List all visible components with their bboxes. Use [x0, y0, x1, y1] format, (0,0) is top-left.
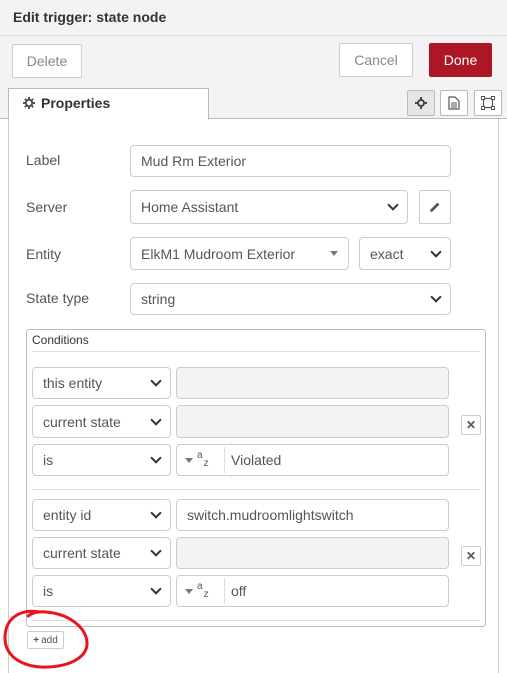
- entity-match-select[interactable]: exact: [359, 237, 451, 270]
- condition-2-value: off: [231, 583, 247, 599]
- condition-1-target-input[interactable]: [176, 367, 449, 399]
- server-label: Server: [26, 199, 68, 215]
- tab-properties-label: Properties: [41, 95, 111, 111]
- condition-1-target-value: this entity: [43, 375, 103, 391]
- conditions-divider: [32, 351, 480, 352]
- annotation-circle: [3, 609, 89, 669]
- condition-2-property-select[interactable]: current state: [32, 537, 171, 569]
- gear-icon: [415, 97, 427, 109]
- chevron-down-icon: [430, 245, 442, 258]
- state-type-value: string: [141, 291, 176, 307]
- tab-properties[interactable]: Properties: [8, 88, 209, 120]
- close-icon: ✕: [465, 549, 477, 563]
- conditions-group-divider: [32, 489, 480, 490]
- chevron-down-icon: [430, 291, 442, 303]
- type-az-icon-z: z: [203, 589, 209, 600]
- label-label: Label: [26, 152, 61, 168]
- type-az-icon: a: [197, 450, 203, 461]
- type-az-icon: a: [197, 581, 203, 592]
- condition-2-target-input-value: switch.mudroomlightswitch: [187, 507, 354, 523]
- caret-down-icon: [185, 588, 193, 594]
- condition-2-target-select[interactable]: entity id: [32, 499, 171, 531]
- pencil-icon: [430, 202, 440, 212]
- string-type-selector[interactable]: az: [183, 447, 225, 473]
- condition-2-comparator-value: is: [43, 583, 54, 599]
- entity-label: Entity: [26, 246, 62, 262]
- close-icon: ✕: [465, 418, 477, 432]
- tab-appearance-button[interactable]: [474, 90, 502, 116]
- label-input-value: Mud Rm Exterior: [141, 153, 247, 169]
- state-type-label: State type: [26, 290, 90, 306]
- conditions-legend: Conditions: [32, 333, 89, 347]
- condition-2-value-typedinput[interactable]: az off: [176, 575, 449, 607]
- chevron-down-icon: [150, 545, 162, 557]
- condition-2-target-input[interactable]: switch.mudroomlightswitch: [176, 499, 449, 531]
- chevron-down-icon: [150, 507, 162, 519]
- caret-down-icon: [185, 457, 193, 463]
- done-button[interactable]: Done: [429, 43, 492, 77]
- condition-1-value: Violated: [231, 452, 282, 468]
- remove-condition-1-button[interactable]: ✕: [461, 415, 481, 435]
- server-select[interactable]: Home Assistant: [130, 190, 408, 224]
- remove-condition-2-button[interactable]: ✕: [461, 546, 481, 566]
- condition-1-comparator-value: is: [43, 452, 54, 468]
- frame-icon: [481, 96, 495, 110]
- condition-1-property-input[interactable]: [176, 405, 449, 438]
- condition-1-property-value: current state: [43, 413, 121, 430]
- tab-settings-button[interactable]: [407, 90, 435, 116]
- chevron-down-icon: [150, 413, 162, 426]
- entity-match-value: exact: [370, 245, 404, 262]
- caret-down-icon: [330, 251, 338, 256]
- chevron-down-icon: [150, 375, 162, 387]
- gear-icon: [23, 97, 35, 109]
- chevron-down-icon: [150, 583, 162, 595]
- label-input[interactable]: Mud Rm Exterior: [130, 145, 451, 177]
- entity-combobox[interactable]: ElkM1 Mudroom Exterior: [130, 237, 349, 270]
- condition-2-target-value: entity id: [43, 507, 92, 523]
- type-az-icon-z: z: [203, 458, 209, 469]
- document-icon: [448, 96, 460, 110]
- condition-1-property-select[interactable]: current state: [32, 405, 171, 438]
- dialog-titlebar: Edit trigger: state node: [0, 0, 507, 36]
- chevron-down-icon: [150, 452, 162, 464]
- delete-button[interactable]: Delete: [12, 44, 82, 78]
- condition-1-comparator-select[interactable]: is: [32, 444, 171, 476]
- state-type-select[interactable]: string: [130, 283, 451, 315]
- server-select-value: Home Assistant: [141, 199, 239, 215]
- tab-description-button[interactable]: [440, 90, 468, 116]
- string-type-selector[interactable]: az: [183, 578, 225, 604]
- condition-1-target-select[interactable]: this entity: [32, 367, 171, 399]
- dialog-title: Edit trigger: state node: [13, 9, 167, 25]
- condition-1-value-typedinput[interactable]: az Violated: [176, 444, 449, 476]
- chevron-down-icon: [387, 199, 399, 211]
- condition-2-comparator-select[interactable]: is: [32, 575, 171, 607]
- edit-server-button[interactable]: [419, 190, 451, 224]
- entity-combobox-value: ElkM1 Mudroom Exterior: [141, 245, 296, 262]
- condition-2-property-input[interactable]: [176, 537, 449, 569]
- cancel-button[interactable]: Cancel: [339, 43, 413, 77]
- condition-2-property-value: current state: [43, 545, 121, 561]
